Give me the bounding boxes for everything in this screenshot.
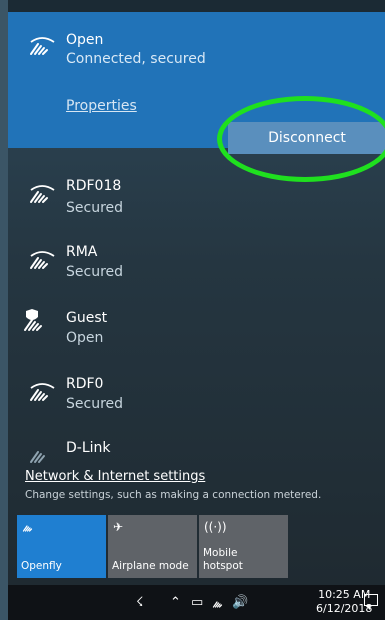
battery-icon[interactable]: ▭ [191,585,203,620]
notification-icon[interactable] [364,594,378,610]
network-item-rma[interactable]: RMA Secured [8,236,385,296]
wifi-toggle-tile[interactable]: Openfly [17,515,106,578]
network-flyout: Open Connected, secured Properties Disco… [8,0,385,585]
network-name: Open [66,32,104,48]
network-status: Secured [66,200,124,216]
network-settings-link[interactable]: Network & Internet settings [25,469,205,485]
network-status: Connected, secured [66,51,206,67]
network-settings-hint: Change settings, such as making a connec… [25,489,322,501]
wifi-icon [28,246,56,274]
airplane-icon: ✈ [113,520,124,534]
network-item-rdf018[interactable]: RDF018 Secured [8,170,385,230]
flyout-top-strip [8,0,385,12]
network-item-d-link[interactable]: D-Link [8,434,385,464]
wifi-icon [22,520,36,537]
network-status: Open [66,330,104,346]
wifi-icon[interactable] [212,585,226,620]
airplane-mode-tile[interactable]: ✈ Airplane mode [108,515,197,578]
network-status: Secured [66,264,124,280]
chevron-up-icon[interactable]: ⌃ [170,585,181,620]
disconnect-button[interactable]: Disconnect [228,122,385,154]
desktop-edge [0,0,8,620]
tile-label: Openfly [21,560,62,572]
wifi-icon [28,180,56,208]
network-item-guest[interactable]: Guest Open [8,302,385,362]
tile-label: Airplane mode [112,560,189,572]
network-name: RMA [66,244,98,260]
wifi-icon [28,440,56,468]
network-name: RDF0 [66,376,104,392]
wifi-shield-icon [22,308,50,336]
tile-label: Mobile hotspot [203,547,243,572]
wifi-icon [28,32,56,60]
network-name: RDF018 [66,178,122,194]
volume-icon[interactable]: 🔊 [232,585,248,620]
network-name: Guest [66,310,108,326]
network-item-rdf0[interactable]: RDF0 Secured [8,368,385,428]
mobile-hotspot-tile[interactable]: ((·)) Mobile hotspot [199,515,288,578]
wifi-icon [28,378,56,406]
network-name: D-Link [66,440,111,456]
taskbar: ☇ ⌃ ▭ 🔊 10:25 AM 6/12/2018 [8,585,385,620]
people-icon[interactable]: ☇ [136,585,143,620]
hotspot-icon: ((·)) [204,520,227,534]
network-status: Secured [66,396,124,412]
properties-link[interactable]: Properties [66,98,137,114]
